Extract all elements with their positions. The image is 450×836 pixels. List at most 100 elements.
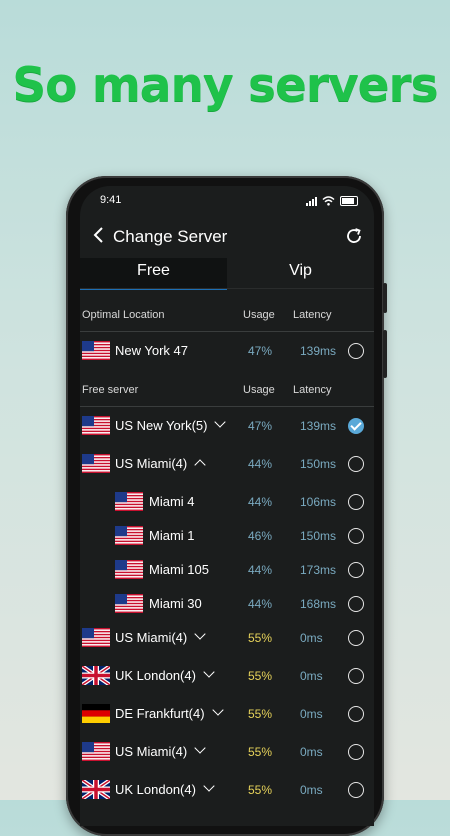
radio-button[interactable]	[348, 528, 364, 544]
free-server-header: Free server Usage Latency	[80, 370, 374, 406]
phone-side-button	[383, 283, 387, 313]
chevron-down-icon[interactable]	[203, 666, 215, 678]
server-usage: 55%	[248, 707, 273, 721]
radio-button[interactable]	[348, 744, 364, 760]
flag-us-icon	[82, 341, 110, 360]
flag-us-icon	[115, 526, 143, 545]
header-optimal-location: Optimal Location	[82, 309, 165, 321]
server-name-text: US Miami(4)	[115, 744, 188, 759]
radio-button[interactable]	[348, 782, 364, 798]
server-name-text: Miami 4	[149, 494, 195, 509]
server-row[interactable]: UK London(4) 55% 0ms	[80, 771, 374, 809]
app-screen: 9:41 Change Server Free Vip Optimal Loca…	[80, 186, 374, 826]
flag-uk-icon	[80, 778, 112, 801]
server-list[interactable]: Optimal Location Usage Latency New York …	[80, 289, 374, 809]
server-usage: 55%	[248, 669, 273, 683]
server-latency: 139ms	[300, 419, 337, 433]
server-name-text: UK London(4)	[115, 782, 196, 797]
server-name: US New York(5)	[115, 416, 227, 433]
server-latency: 150ms	[300, 529, 337, 543]
radio-button[interactable]	[348, 343, 364, 359]
server-row-optimal[interactable]: New York 47 47% 139ms	[80, 332, 374, 370]
server-name: Miami 1	[149, 528, 195, 543]
server-row[interactable]: UK London(4) 55% 0ms	[80, 657, 374, 695]
server-row[interactable]: US Miami(4) 55% 0ms	[80, 733, 374, 771]
server-name-text: Miami 105	[149, 562, 209, 577]
server-usage: 46%	[248, 529, 273, 543]
server-row[interactable]: US Miami(4) 55% 0ms	[80, 619, 374, 657]
server-name-text: US Miami(4)	[115, 456, 188, 471]
server-latency: 168ms	[300, 597, 337, 611]
server-usage: 55%	[248, 745, 273, 759]
server-name: US Miami(4)	[115, 628, 206, 645]
server-latency: 173ms	[300, 563, 337, 577]
page-title: Change Server	[113, 227, 228, 246]
chevron-down-icon[interactable]	[211, 704, 224, 716]
signal-icon	[306, 196, 317, 206]
nav-bar: Change Server	[80, 222, 374, 252]
flag-us-icon	[82, 628, 110, 647]
server-row[interactable]: US Miami(4) 44% 150ms	[80, 445, 374, 483]
server-name-text: US Miami(4)	[115, 630, 188, 645]
phone-side-button	[383, 330, 387, 378]
server-latency: 0ms	[300, 783, 323, 797]
server-tabs: Free Vip	[80, 258, 374, 290]
server-name: US Miami(4)	[115, 742, 206, 759]
server-latency: 0ms	[300, 631, 323, 645]
chevron-down-icon[interactable]	[203, 780, 215, 792]
header-usage: Usage	[243, 384, 275, 396]
server-latency: 106ms	[300, 495, 337, 509]
server-name-text: Miami 30	[149, 596, 202, 611]
flag-us-icon	[115, 594, 143, 613]
server-subrow[interactable]: Miami 4 44% 106ms	[80, 483, 374, 517]
status-time: 9:41	[100, 194, 122, 206]
flag-us-icon	[115, 492, 143, 511]
radio-button[interactable]	[348, 456, 364, 472]
server-latency: 0ms	[300, 669, 323, 683]
server-name-text: DE Frankfurt(4)	[115, 706, 205, 721]
server-name: US Miami(4)	[115, 456, 206, 471]
back-arrow-icon[interactable]	[92, 226, 104, 244]
server-usage: 47%	[248, 419, 273, 433]
flag-uk-icon	[80, 664, 112, 687]
server-name-text: Miami 1	[149, 528, 195, 543]
server-name: UK London(4)	[115, 666, 215, 683]
chevron-down-icon[interactable]	[214, 416, 227, 428]
server-usage: 44%	[248, 563, 273, 577]
flag-us-icon	[82, 742, 110, 761]
server-subrow[interactable]: Miami 105 44% 173ms	[80, 551, 374, 585]
radio-button[interactable]	[348, 562, 364, 578]
status-bar: 9:41	[100, 194, 358, 210]
chevron-down-icon[interactable]	[194, 628, 206, 640]
server-latency: 139ms	[300, 344, 337, 358]
flag-de-icon	[82, 704, 110, 723]
server-usage: 55%	[248, 631, 273, 645]
server-name: Miami 4	[149, 494, 195, 509]
flag-us-icon	[115, 560, 143, 579]
radio-button[interactable]	[348, 630, 364, 646]
server-subrow[interactable]: Miami 1 46% 150ms	[80, 517, 374, 551]
header-usage: Usage	[243, 309, 275, 321]
server-name: Miami 105	[149, 562, 209, 577]
flag-us-icon	[82, 454, 110, 473]
radio-checked-icon[interactable]	[348, 418, 364, 434]
server-row[interactable]: DE Frankfurt(4) 55% 0ms	[80, 695, 374, 733]
radio-button[interactable]	[348, 706, 364, 722]
server-subrow[interactable]: Miami 30 44% 168ms	[80, 585, 374, 619]
radio-button[interactable]	[348, 668, 364, 684]
server-name-text: US New York(5)	[115, 418, 208, 433]
radio-button[interactable]	[348, 596, 364, 612]
chevron-down-icon[interactable]	[194, 742, 206, 754]
tab-free[interactable]: Free	[80, 258, 227, 290]
server-usage: 44%	[248, 457, 273, 471]
server-usage: 44%	[248, 495, 273, 509]
server-name: Miami 30	[149, 596, 202, 611]
wifi-icon	[322, 196, 335, 206]
server-row[interactable]: US New York(5) 47% 139ms	[80, 407, 374, 445]
chevron-up-icon[interactable]	[194, 459, 206, 471]
refresh-icon[interactable]	[344, 226, 364, 246]
tab-vip[interactable]: Vip	[227, 258, 374, 288]
radio-button[interactable]	[348, 494, 364, 510]
server-name: New York 47	[115, 343, 188, 358]
server-name: DE Frankfurt(4)	[115, 704, 224, 721]
